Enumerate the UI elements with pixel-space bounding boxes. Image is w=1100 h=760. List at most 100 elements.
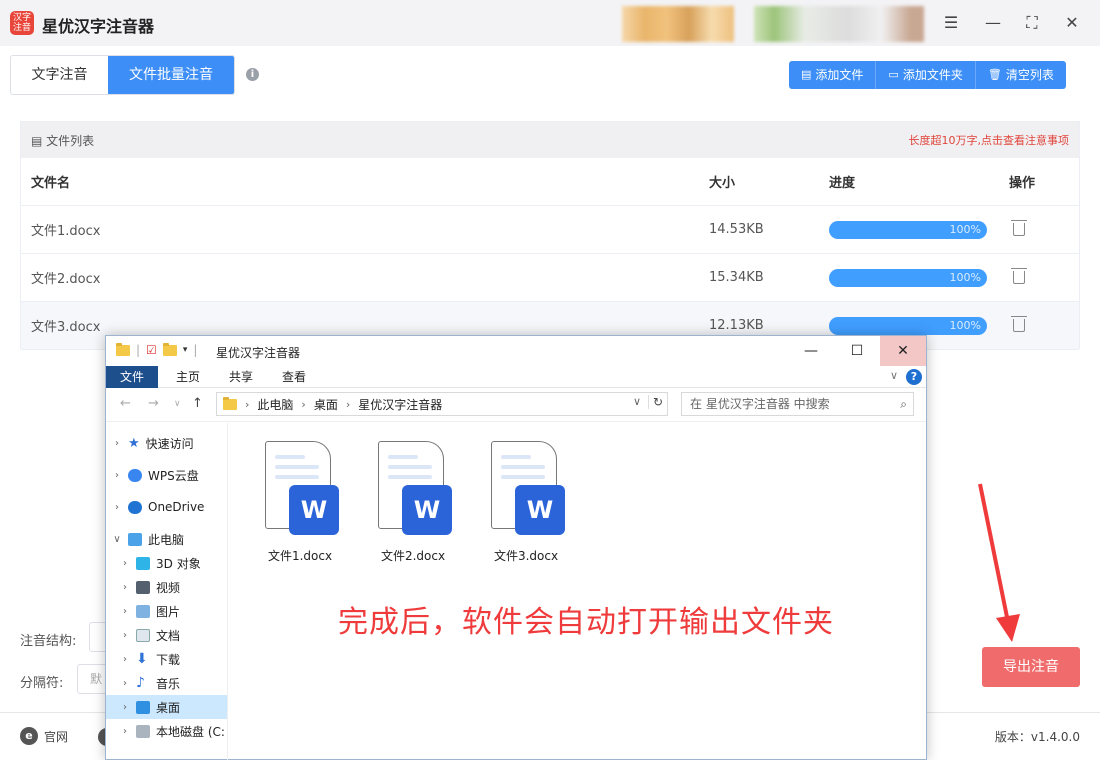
- ribbon-tab-share[interactable]: 共享: [215, 366, 267, 388]
- forward-arrow-icon[interactable]: →: [148, 396, 159, 411]
- explorer-title: 星优汉字注音器: [216, 346, 301, 360]
- sidebar-item-videos[interactable]: › 视频: [106, 575, 227, 599]
- settings-sliders-icon[interactable]: ☰: [940, 12, 962, 34]
- sidebar-item-quick-access[interactable]: › ★ 快速访问: [106, 431, 227, 455]
- chevron-right-icon[interactable]: ›: [112, 502, 122, 513]
- file-icon: ▤: [801, 68, 812, 81]
- up-arrow-icon[interactable]: ↑: [192, 396, 203, 411]
- chevron-down-icon[interactable]: ∨: [112, 534, 122, 545]
- address-bar[interactable]: › 此电脑 › 桌面 › 星优汉字注音器 ∨ ↻: [216, 392, 668, 416]
- search-placeholder: 在 星优汉字注音器 中搜索: [690, 397, 830, 411]
- chevron-right-icon[interactable]: ›: [120, 678, 130, 689]
- delete-icon[interactable]: [1011, 220, 1027, 236]
- sidebar-item-documents[interactable]: › 文档: [106, 623, 227, 647]
- sidebar-label: 文档: [156, 628, 181, 643]
- sidebar-label: 音乐: [156, 676, 181, 691]
- app-window: 汉字注音 星优汉字注音器 ☰ — ⛶ ✕ 文字注音 文件批量注音 i ▤ 添加文件…: [0, 0, 1100, 760]
- sidebar-item-local-disk[interactable]: › 本地磁盘 (C:: [106, 719, 227, 743]
- breadcrumb-folder[interactable]: 星优汉字注音器: [358, 396, 442, 413]
- explorer-maximize-icon[interactable]: ☐: [834, 336, 880, 366]
- sidebar-item-onedrive[interactable]: › OneDrive: [106, 495, 227, 519]
- breadcrumb-desktop[interactable]: 桌面: [314, 396, 338, 413]
- file-list-title: ▤ 文件列表: [31, 133, 95, 148]
- table-row[interactable]: 文件1.docx 14.53KB 100%: [21, 206, 1079, 254]
- add-file-button[interactable]: ▤ 添加文件: [789, 61, 876, 89]
- path-separator: ›: [301, 397, 306, 411]
- sidebar-item-desktop[interactable]: › 桌面: [106, 695, 227, 719]
- ribbon-tab-home[interactable]: 主页: [162, 366, 214, 388]
- version-text: 版本：v1.4.0.0: [994, 730, 1080, 744]
- back-arrow-icon[interactable]: ←: [120, 396, 131, 411]
- breadcrumb-this-pc[interactable]: 此电脑: [257, 396, 293, 413]
- explorer-close-icon[interactable]: ✕: [880, 336, 926, 366]
- file-item[interactable]: W 文件2.docx: [363, 441, 463, 564]
- help-icon[interactable]: ?: [906, 369, 922, 385]
- sidebar-item-wps-cloud[interactable]: › WPS云盘: [106, 463, 227, 487]
- close-icon[interactable]: ✕: [1061, 12, 1083, 34]
- sidebar-label: 视频: [156, 580, 181, 595]
- word-document-icon: W: [378, 441, 452, 535]
- sidebar-item-3d-objects[interactable]: › 3D 对象: [106, 551, 227, 575]
- add-file-label: 添加文件: [815, 68, 864, 82]
- sidebar-item-this-pc[interactable]: ∨ 此电脑: [106, 527, 227, 551]
- explorer-minimize-icon[interactable]: —: [788, 336, 834, 366]
- length-warning-link[interactable]: 长度超10万字,点击查看注意事项: [909, 132, 1070, 148]
- chevron-down-icon[interactable]: ▾: [183, 345, 188, 355]
- star-icon: ★: [128, 435, 140, 451]
- delete-icon[interactable]: [1011, 268, 1027, 284]
- minimize-icon[interactable]: —: [982, 12, 1004, 34]
- search-input[interactable]: 在 星优汉字注音器 中搜索 ⌕: [681, 392, 914, 416]
- properties-icon[interactable]: ☑: [146, 343, 157, 357]
- blurred-user-area[interactable]: [754, 6, 924, 42]
- tab-text-annotation[interactable]: 文字注音: [11, 56, 108, 94]
- drive-icon: [136, 724, 150, 738]
- maximize-icon[interactable]: ⛶: [1021, 12, 1043, 34]
- sidebar-item-downloads[interactable]: › ⬇ 下载: [106, 647, 227, 671]
- add-folder-button[interactable]: ▭ 添加文件夹: [875, 61, 975, 89]
- official-site-link[interactable]: e 官网: [20, 727, 68, 745]
- delete-icon[interactable]: [1011, 316, 1027, 332]
- sidebar-item-pictures[interactable]: › 图片: [106, 599, 227, 623]
- table-header: 文件名 大小 进度 操作: [21, 158, 1079, 206]
- folder-icon: [223, 396, 237, 410]
- sidebar-label: 快速访问: [145, 436, 194, 451]
- file-item[interactable]: W 文件3.docx: [476, 441, 576, 564]
- red-arrow-annotation: [978, 483, 1020, 642]
- separator-icon: |: [136, 343, 141, 357]
- chevron-right-icon[interactable]: ›: [120, 606, 130, 617]
- chevron-right-icon[interactable]: ›: [120, 654, 130, 665]
- chevron-right-icon[interactable]: ›: [112, 470, 122, 481]
- chevron-right-icon[interactable]: ›: [120, 702, 130, 713]
- computer-icon: [128, 532, 142, 546]
- ribbon-tab-file[interactable]: 文件: [106, 366, 159, 388]
- ribbon-tab-view[interactable]: 查看: [268, 366, 320, 388]
- tab-batch-file-annotation[interactable]: 文件批量注音: [108, 56, 234, 94]
- sidebar-label: 图片: [156, 604, 181, 619]
- recent-locations-icon[interactable]: ∨: [174, 399, 181, 409]
- chevron-right-icon[interactable]: ›: [120, 582, 130, 593]
- action-cell: [999, 268, 1079, 284]
- progress-bar: 100%: [829, 268, 987, 287]
- ribbon-expand-icon[interactable]: ∨: [890, 369, 898, 382]
- file-item-name: 文件1.docx: [267, 549, 333, 563]
- clear-list-button[interactable]: 🗑 清空列表: [974, 61, 1066, 89]
- sidebar-item-music[interactable]: › ♪ 音乐: [106, 671, 227, 695]
- new-folder-icon[interactable]: [162, 342, 177, 356]
- action-cell: [999, 316, 1079, 332]
- progress-text: 100%: [949, 270, 981, 284]
- clear-list-label: 清空列表: [1005, 68, 1054, 82]
- word-badge: W: [289, 485, 339, 535]
- address-dropdown-icon[interactable]: ∨: [633, 395, 641, 408]
- table-row[interactable]: 文件2.docx 15.34KB 100%: [21, 254, 1079, 302]
- file-name: 文件3.docx: [31, 320, 101, 335]
- export-annotation-button[interactable]: 导出注音: [982, 647, 1080, 687]
- info-icon[interactable]: i: [246, 68, 259, 81]
- cube-icon: [136, 556, 150, 570]
- progress-cell: 100%: [819, 268, 999, 287]
- chevron-right-icon[interactable]: ›: [112, 438, 122, 449]
- chevron-right-icon[interactable]: ›: [120, 726, 130, 737]
- refresh-icon[interactable]: ↻: [647, 395, 663, 409]
- file-item[interactable]: W 文件1.docx: [250, 441, 350, 564]
- chevron-right-icon[interactable]: ›: [120, 558, 130, 569]
- chevron-right-icon[interactable]: ›: [120, 630, 130, 641]
